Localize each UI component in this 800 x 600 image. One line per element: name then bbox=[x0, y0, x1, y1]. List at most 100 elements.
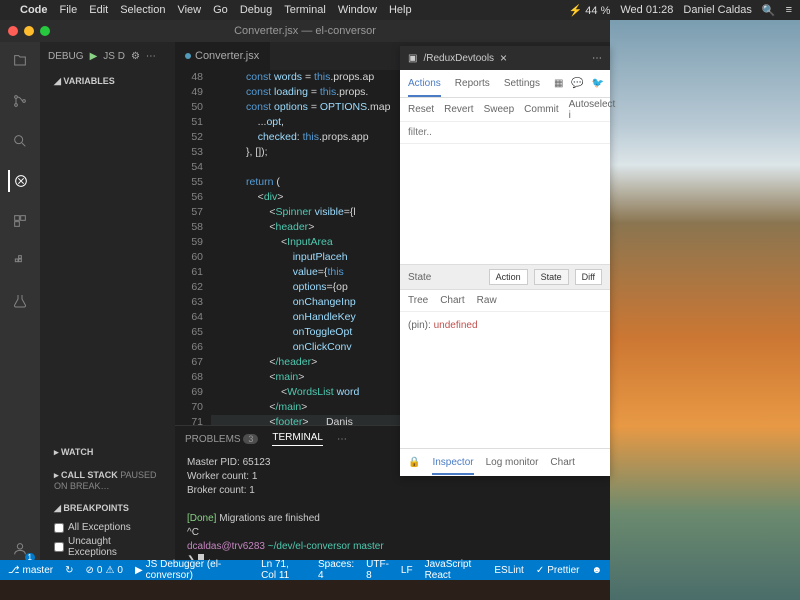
menu-help[interactable]: Help bbox=[389, 4, 412, 16]
activity-bar bbox=[0, 42, 40, 560]
search-icon[interactable] bbox=[9, 130, 31, 152]
actions-list[interactable] bbox=[400, 144, 610, 264]
watch-section[interactable]: ▸ WATCH bbox=[40, 441, 175, 464]
bp-uncaught-checkbox[interactable] bbox=[54, 542, 64, 552]
sweep-button[interactable]: Sweep bbox=[484, 104, 515, 115]
git-sync[interactable]: ↻ bbox=[65, 565, 73, 576]
view-chart-tab[interactable]: Chart bbox=[440, 295, 464, 306]
devtools-tab-reports[interactable]: Reports bbox=[455, 78, 490, 89]
extensions-icon[interactable] bbox=[9, 210, 31, 232]
cursor-position[interactable]: Ln 71, Col 11 bbox=[261, 559, 306, 581]
tree-key: (pin): bbox=[408, 320, 431, 331]
explorer-icon[interactable] bbox=[9, 50, 31, 72]
bp-all-checkbox[interactable] bbox=[54, 523, 64, 533]
menu-edit[interactable]: Edit bbox=[89, 4, 108, 16]
debug-sidebar: DEBUG ▶ JS D ⚙ ⋯ ◢ VARIABLES ▸ WATCH ▸ C… bbox=[40, 42, 175, 560]
autoselect-label[interactable]: Autoselect i bbox=[569, 99, 616, 121]
tab-filename: Converter.jsx bbox=[195, 50, 259, 62]
feedback-icon[interactable]: ☻ bbox=[591, 565, 602, 576]
inspector-action-button[interactable]: Action bbox=[489, 269, 528, 285]
zoom-window-button[interactable] bbox=[40, 26, 50, 36]
accounts-icon[interactable] bbox=[9, 538, 31, 560]
footer-inspector-tab[interactable]: Inspector bbox=[432, 457, 473, 475]
debug-header: DEBUG ▶ JS D ⚙ ⋯ bbox=[40, 42, 175, 70]
menu-view[interactable]: View bbox=[177, 4, 201, 16]
menu-selection[interactable]: Selection bbox=[120, 4, 165, 16]
traffic-lights bbox=[8, 26, 50, 36]
window-titlebar[interactable]: Converter.jsx — el-conversor bbox=[0, 20, 610, 42]
footer-logmonitor-tab[interactable]: Log monitor bbox=[486, 457, 539, 468]
devtools-header: Actions Reports Settings ▦ 💬 🐦 bbox=[400, 70, 610, 98]
user-name[interactable]: Daniel Caldas bbox=[683, 4, 751, 16]
devtools-toolbar: Reset Revert Sweep Commit Autoselect i bbox=[400, 98, 610, 122]
devtools-twitter-icon[interactable]: 🐦 bbox=[592, 78, 604, 89]
menu-terminal[interactable]: Terminal bbox=[284, 4, 326, 16]
devtools-title: /ReduxDevtools bbox=[423, 53, 494, 64]
inspector-state-button[interactable]: State bbox=[534, 269, 569, 285]
prettier-status[interactable]: ✓ Prettier bbox=[536, 565, 580, 576]
inspector-diff-button[interactable]: Diff bbox=[575, 269, 602, 285]
eslint-status[interactable]: ESLint bbox=[494, 565, 523, 576]
spotlight-icon[interactable]: 🔍 bbox=[762, 4, 776, 17]
terminal-tab[interactable]: TERMINAL bbox=[272, 432, 323, 446]
gear-icon[interactable]: ⚙ bbox=[131, 51, 140, 62]
revert-button[interactable]: Revert bbox=[444, 104, 473, 115]
view-tree-tab[interactable]: Tree bbox=[408, 295, 428, 306]
devtools-layout-icon[interactable]: ▦ bbox=[554, 78, 563, 89]
bp-all-exceptions[interactable]: All Exceptions bbox=[54, 522, 161, 533]
view-raw-tab[interactable]: Raw bbox=[477, 295, 497, 306]
app-name[interactable]: Code bbox=[20, 4, 48, 16]
debug-icon[interactable] bbox=[8, 170, 30, 192]
debugger-status[interactable]: ▶ JS Debugger (el-conversor) bbox=[135, 559, 237, 581]
devtools-close-tab-icon[interactable]: × bbox=[500, 51, 507, 65]
devtools-tab-settings[interactable]: Settings bbox=[504, 78, 540, 89]
eol-status[interactable]: LF bbox=[401, 565, 413, 576]
editor-tab-converter[interactable]: Converter.jsx bbox=[175, 42, 270, 70]
minimize-window-button[interactable] bbox=[24, 26, 34, 36]
window-title: Converter.jsx — el-conversor bbox=[234, 25, 376, 37]
footer-chart-tab[interactable]: Chart bbox=[550, 457, 574, 468]
devtools-state-bar: State Action State Diff bbox=[400, 264, 610, 290]
devtools-tab-actions[interactable]: Actions bbox=[408, 78, 441, 97]
language-mode[interactable]: JavaScript React bbox=[425, 559, 483, 581]
tree-value: undefined bbox=[434, 320, 478, 331]
desktop-wallpaper bbox=[610, 20, 800, 600]
devtools-message-icon[interactable]: 💬 bbox=[571, 78, 583, 89]
errors-count[interactable]: ⊘ 0 ⚠ 0 bbox=[85, 565, 122, 576]
filter-input[interactable] bbox=[400, 122, 610, 143]
more-icon[interactable]: ⋯ bbox=[146, 51, 156, 62]
docker-icon[interactable] bbox=[9, 250, 31, 272]
problems-tab[interactable]: PROBLEMS 3 bbox=[185, 434, 258, 445]
devtools-more-icon[interactable]: ⋯ bbox=[592, 53, 602, 64]
devtools-vscode-icon: ▣ bbox=[408, 53, 417, 64]
start-debug-button[interactable]: ▶ bbox=[90, 51, 98, 62]
close-window-button[interactable] bbox=[8, 26, 18, 36]
menu-go[interactable]: Go bbox=[213, 4, 228, 16]
indent-status[interactable]: Spaces: 4 bbox=[318, 559, 354, 581]
scm-icon[interactable] bbox=[9, 90, 31, 112]
devtools-view-tabs: Tree Chart Raw bbox=[400, 290, 610, 312]
git-branch[interactable]: ⎇ master bbox=[8, 565, 53, 576]
breakpoints-section[interactable]: ◢ BREAKPOINTS bbox=[40, 497, 175, 520]
menu-debug[interactable]: Debug bbox=[240, 4, 272, 16]
test-icon[interactable] bbox=[9, 290, 31, 312]
status-bar: ⎇ master ↻ ⊘ 0 ⚠ 0 ▶ JS Debugger (el-con… bbox=[0, 560, 610, 580]
devtools-titlebar: ▣ /ReduxDevtools × ⋯ bbox=[400, 46, 610, 70]
menu-file[interactable]: File bbox=[60, 4, 78, 16]
encoding-status[interactable]: UTF-8 bbox=[366, 559, 389, 581]
state-tree[interactable]: (pin): undefined bbox=[400, 312, 610, 448]
macos-menubar: Code File Edit Selection View Go Debug T… bbox=[0, 0, 800, 20]
callstack-section[interactable]: ▸ CALL STACK PAUSED ON BREAK… bbox=[40, 464, 175, 497]
lock-icon[interactable]: 🔒 bbox=[408, 457, 420, 468]
commit-button[interactable]: Commit bbox=[524, 104, 558, 115]
file-type-icon bbox=[185, 53, 191, 59]
variables-section[interactable]: ◢ VARIABLES bbox=[40, 70, 175, 93]
reset-button[interactable]: Reset bbox=[408, 104, 434, 115]
debug-config-select[interactable]: JS D bbox=[103, 51, 125, 62]
menu-window[interactable]: Window bbox=[338, 4, 377, 16]
state-label: State bbox=[408, 272, 431, 283]
clock: Wed 01:28 bbox=[620, 4, 673, 16]
panel-more-icon[interactable]: ⋯ bbox=[337, 434, 347, 445]
menu-extras-icon[interactable]: ≡ bbox=[786, 4, 792, 16]
bp-uncaught-exceptions[interactable]: Uncaught Exceptions bbox=[54, 536, 161, 558]
